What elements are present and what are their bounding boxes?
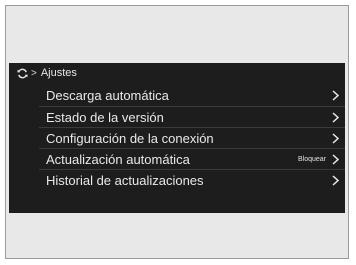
- chevron-right-icon: [332, 90, 339, 101]
- menu-item-label: Descarga automática: [46, 88, 169, 103]
- chevron-right-icon: [332, 111, 339, 123]
- settings-menu: Descarga automática Estado de la versión…: [9, 85, 345, 190]
- menu-item-configuracion-conexion[interactable]: Configuración de la conexión: [39, 127, 345, 148]
- chevron-right-icon: [332, 153, 339, 165]
- menu-item-label: Configuración de la conexión: [46, 130, 214, 146]
- settings-screen: > Ajustes Descarga automática Estado de …: [9, 63, 345, 213]
- chevron-right-icon: [332, 174, 339, 186]
- menu-item-estado-version[interactable]: Estado de la versión: [39, 106, 345, 127]
- menu-item-historial-actualizaciones[interactable]: Historial de actualizaciones: [39, 169, 345, 190]
- menu-item-descarga-automatica[interactable]: Descarga automática: [39, 85, 345, 106]
- breadcrumb-title: Ajustes: [40, 67, 77, 79]
- breadcrumb: > Ajustes: [9, 63, 345, 83]
- breadcrumb-separator: >: [31, 67, 37, 79]
- chevron-right-icon: [332, 132, 339, 144]
- menu-item-actualizacion-automatica[interactable]: Actualización automática Bloquear: [39, 148, 345, 169]
- menu-item-label: Actualización automática: [46, 151, 190, 167]
- status-badge: Bloquear: [297, 155, 326, 163]
- menu-item-label: Historial de actualizaciones: [46, 172, 204, 188]
- menu-item-label: Estado de la versión: [46, 109, 164, 125]
- sync-icon[interactable]: [17, 68, 28, 79]
